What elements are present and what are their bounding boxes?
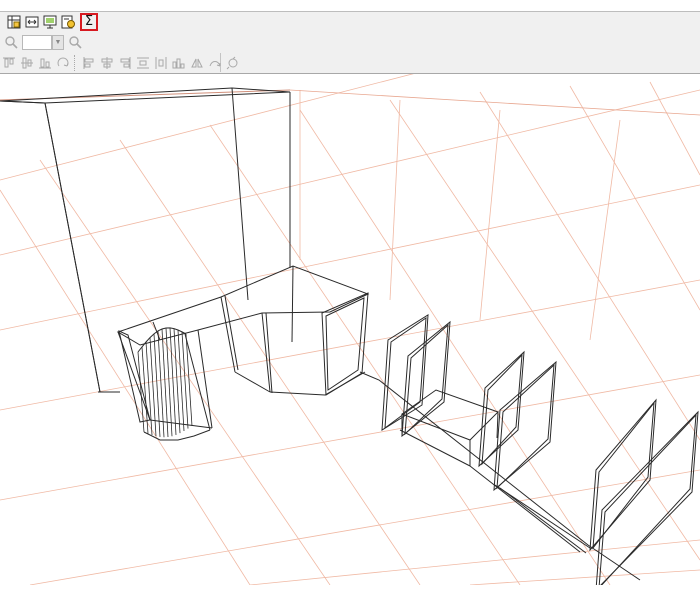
zoom-dropdown-button[interactable]: ▼ bbox=[52, 34, 64, 50]
grid-line bbox=[209, 124, 521, 586]
distribute-icon[interactable] bbox=[135, 55, 151, 71]
floor-track bbox=[499, 487, 587, 554]
wireframe-model bbox=[0, 87, 699, 590]
align-top-icon[interactable] bbox=[1, 55, 17, 71]
grid-line bbox=[389, 99, 401, 301]
spacing-icon[interactable] bbox=[171, 55, 187, 71]
glass-panel-inner bbox=[598, 413, 697, 590]
tall-box-edge bbox=[44, 102, 101, 393]
grid-line bbox=[479, 91, 700, 441]
align-right-icon[interactable] bbox=[117, 55, 133, 71]
cabinet-post bbox=[224, 295, 239, 371]
zoom-in-icon[interactable] bbox=[67, 34, 83, 50]
properties-icon[interactable] bbox=[60, 14, 76, 30]
viewport-canvas[interactable] bbox=[0, 0, 700, 590]
floor-track bbox=[399, 429, 471, 467]
toolbar-row-3 bbox=[0, 53, 242, 73]
glass-panel-inner bbox=[496, 363, 555, 490]
grid-line bbox=[0, 189, 251, 586]
grid-line bbox=[569, 85, 700, 311]
tall-box-edge bbox=[231, 87, 249, 301]
grid-line bbox=[39, 159, 331, 586]
cabinet-base bbox=[234, 371, 271, 393]
toolbar-area: Σ ▼ bbox=[0, 12, 700, 74]
rotate-icon[interactable] bbox=[55, 55, 71, 71]
glass-panel-inner bbox=[592, 401, 655, 550]
tall-box-edge bbox=[0, 100, 101, 393]
cabinet-edge bbox=[117, 331, 151, 421]
sum-button[interactable]: Σ bbox=[80, 13, 98, 31]
floor-track bbox=[359, 371, 641, 581]
door-panel bbox=[321, 292, 369, 396]
grid-line bbox=[0, 89, 700, 256]
align-center-icon[interactable] bbox=[99, 55, 115, 71]
grid-line bbox=[0, 0, 700, 181]
grid-line bbox=[0, 279, 700, 411]
cabinet-post bbox=[291, 265, 294, 343]
zoom-level-input[interactable] bbox=[22, 34, 52, 50]
grid-line bbox=[0, 184, 700, 331]
flip-icon[interactable] bbox=[189, 55, 205, 71]
align-bottom-icon[interactable] bbox=[37, 55, 53, 71]
glass-panel-inner bbox=[481, 353, 523, 466]
zoom-out-icon[interactable] bbox=[3, 34, 19, 50]
insert-table-icon[interactable] bbox=[6, 14, 22, 30]
distribute-vertical-icon[interactable] bbox=[153, 55, 169, 71]
perspective-grid bbox=[0, 0, 700, 586]
grid-line bbox=[29, 469, 700, 586]
align-middle-icon[interactable] bbox=[19, 55, 35, 71]
grid-line bbox=[389, 99, 700, 561]
grid-line bbox=[249, 539, 700, 586]
cabinet-base bbox=[269, 391, 326, 396]
grid-snap-icon[interactable] bbox=[225, 55, 241, 71]
grid-line bbox=[469, 569, 700, 586]
cabinet-edge bbox=[197, 329, 213, 429]
toolbar-row-2: ▼ bbox=[2, 32, 84, 52]
toolbar-row-1: Σ bbox=[5, 12, 99, 32]
glass-panel bbox=[595, 410, 699, 590]
floor-track bbox=[494, 484, 591, 549]
title-strip bbox=[0, 0, 700, 12]
floor-track bbox=[469, 465, 581, 553]
3d-viewport[interactable] bbox=[0, 0, 700, 590]
grid-line bbox=[299, 109, 611, 586]
chevron-down-icon: ▼ bbox=[54, 38, 62, 46]
fit-width-icon[interactable] bbox=[24, 14, 40, 30]
glass-panel bbox=[493, 360, 557, 492]
mirror-icon[interactable] bbox=[207, 55, 223, 71]
cabinet-post bbox=[220, 296, 236, 373]
glass-panel bbox=[589, 398, 657, 552]
align-left-icon[interactable] bbox=[81, 55, 97, 71]
screen-display-icon[interactable] bbox=[42, 14, 58, 30]
room-edge-line bbox=[289, 89, 700, 116]
toolbar-grip[interactable] bbox=[74, 55, 78, 71]
cylinder-base bbox=[143, 429, 211, 441]
shelf-box bbox=[400, 389, 499, 441]
